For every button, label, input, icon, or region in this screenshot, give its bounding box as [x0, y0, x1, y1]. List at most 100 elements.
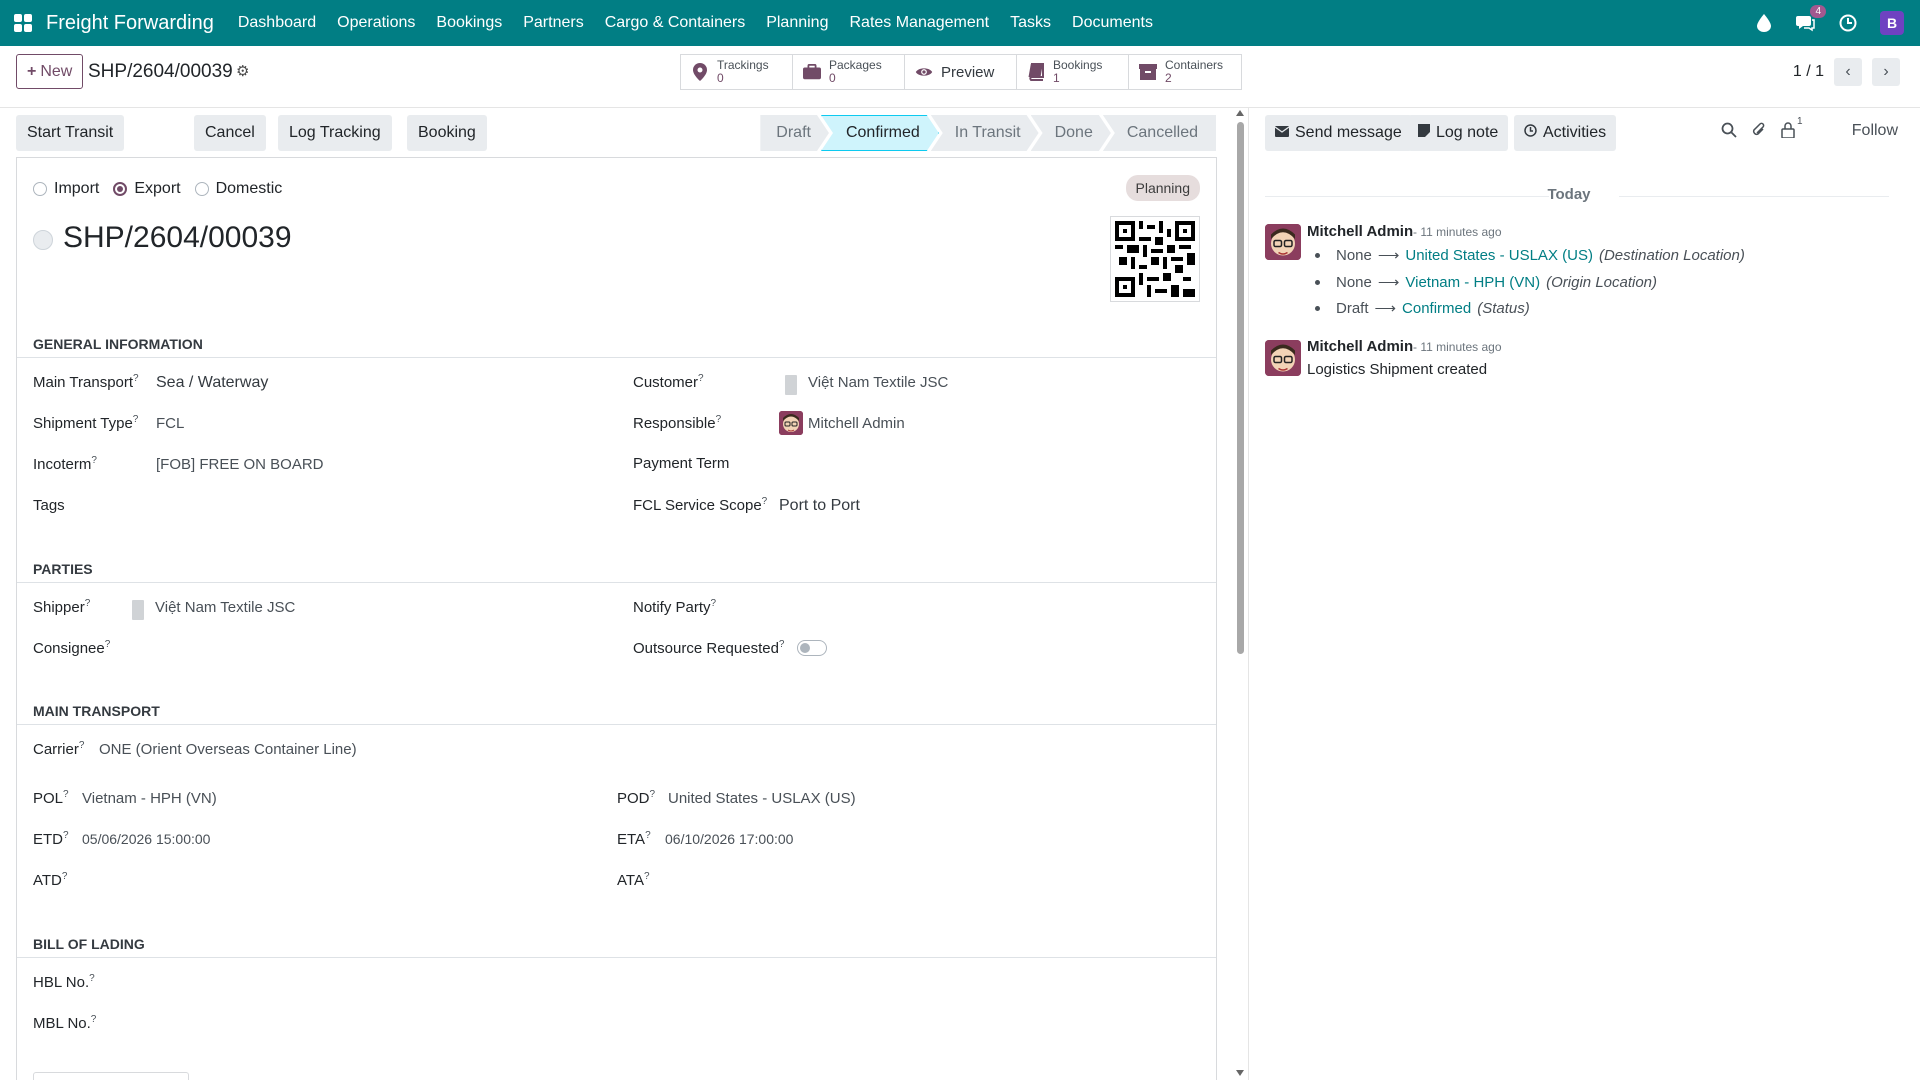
envelope-icon [1274, 124, 1290, 142]
book-icon [1027, 63, 1045, 81]
smart-button-containers[interactable]: Containers 2 [1129, 55, 1241, 89]
tracking-field-name: (Origin Location) [1546, 273, 1658, 291]
fcl-scope-field[interactable]: Port to Port [779, 497, 860, 515]
qr-code [1110, 216, 1200, 302]
log-note-button[interactable]: Log note [1408, 115, 1509, 151]
record-title: SHP/2604/00039 [63, 221, 292, 254]
menu-dashboard[interactable]: Dashboard [238, 14, 316, 32]
scrollbar-thumb[interactable] [1237, 122, 1244, 654]
messages-icon[interactable]: 4 [1796, 5, 1826, 33]
send-message-button[interactable]: Send message [1265, 115, 1412, 151]
outsource-toggle[interactable] [797, 640, 827, 656]
shipper-field[interactable]: Việt Nam Textile JSC [155, 599, 295, 616]
menu-cargo-containers[interactable]: Cargo & Containers [605, 14, 746, 32]
fcl-scope-label: FCL Service Scope? [633, 496, 768, 514]
app-brand[interactable]: Freight Forwarding [46, 12, 214, 35]
priority-circle-icon[interactable] [33, 230, 53, 250]
pol-field[interactable]: Vietnam - HPH (VN) [82, 790, 217, 807]
payment-term-field[interactable] [779, 455, 1199, 475]
preview-label: Preview [941, 63, 995, 81]
message-author[interactable]: Mitchell Admin [1307, 223, 1413, 240]
scroll-down-icon[interactable] [1236, 1070, 1244, 1076]
ata-label: ATA? [617, 871, 650, 889]
search-icon[interactable] [1721, 122, 1737, 143]
building-icon [132, 600, 144, 620]
etd-field[interactable]: 05/06/2026 15:00:00 [82, 831, 210, 847]
menu-planning[interactable]: Planning [766, 14, 828, 32]
responsible-field[interactable]: Mitchell Admin [808, 415, 905, 432]
mbl-label: MBL No.? [33, 1014, 97, 1032]
tags-field[interactable] [156, 497, 596, 517]
notify-party-label: Notify Party? [633, 598, 717, 616]
packages-label: Packages [829, 58, 882, 72]
pager-value[interactable]: 1 / 1 [1793, 63, 1824, 81]
eta-field[interactable]: 06/10/2026 17:00:00 [665, 831, 793, 847]
mbl-field[interactable] [137, 1014, 577, 1034]
outsource-label: Outsource Requested? [633, 639, 785, 657]
section-bill-of-lading: BILL OF LADING [33, 936, 145, 952]
radio-domestic-dot[interactable] [194, 182, 209, 196]
atd-field[interactable] [82, 871, 482, 891]
pager: 1 / 1 ‹ › [1793, 58, 1900, 86]
hbl-field[interactable] [137, 973, 577, 993]
start-transit-button[interactable]: Start Transit [16, 115, 125, 151]
log-tracking-button[interactable]: Log Tracking [278, 115, 392, 151]
message-avatar[interactable] [1265, 224, 1301, 260]
smart-button-bookings[interactable]: Bookings 1 [1017, 55, 1129, 89]
notify-party-field[interactable] [813, 598, 1193, 618]
stage-done[interactable]: Done [1031, 115, 1111, 151]
followers-lock-icon[interactable]: 1 [1781, 116, 1803, 143]
user-avatar[interactable]: B [1880, 11, 1904, 35]
new-button[interactable]: + New [16, 54, 84, 89]
pod-field[interactable]: United States - USLAX (US) [668, 790, 856, 807]
consignee-field[interactable] [155, 639, 595, 659]
follow-button[interactable]: Follow [1852, 122, 1898, 140]
cancel-button[interactable]: Cancel [194, 115, 266, 151]
activities-button[interactable]: Activities [1514, 115, 1617, 151]
smart-button-packages[interactable]: Packages 0 [793, 55, 905, 89]
clock-icon[interactable] [1838, 13, 1858, 33]
stage-cancelled[interactable]: Cancelled [1102, 115, 1216, 151]
radio-domestic[interactable]: Domestic [194, 180, 282, 198]
stage-draft[interactable]: Draft [760, 115, 829, 151]
radio-import-dot[interactable] [33, 182, 47, 196]
menu-partners[interactable]: Partners [523, 14, 583, 32]
activities-label: Activities [1543, 124, 1607, 141]
apps-grid-icon[interactable] [14, 14, 32, 32]
menu-tasks[interactable]: Tasks [1010, 14, 1051, 32]
menu-documents[interactable]: Documents [1072, 14, 1153, 32]
paperclip-icon[interactable] [1751, 122, 1767, 143]
menu-rates-management[interactable]: Rates Management [849, 14, 989, 32]
notebook-tab-active[interactable] [33, 1072, 189, 1080]
chevron-right-icon[interactable]: › [1872, 58, 1900, 86]
scroll-up-icon[interactable] [1236, 110, 1244, 116]
message-avatar[interactable] [1265, 340, 1301, 376]
trackings-label: Trackings [717, 58, 769, 72]
main-transport-field[interactable]: Sea / Waterway [156, 374, 268, 392]
menu-operations[interactable]: Operations [337, 14, 415, 32]
breadcrumb-record: SHP/2604/00039 [88, 61, 233, 82]
radio-import[interactable]: Import [33, 180, 99, 198]
stage-in-transit[interactable]: In Transit [931, 115, 1039, 151]
radio-export[interactable]: Export [113, 180, 181, 198]
menu-bookings[interactable]: Bookings [436, 14, 502, 32]
smart-button-trackings[interactable]: Trackings 0 [681, 55, 793, 89]
drop-icon[interactable] [1754, 13, 1774, 33]
gear-icon[interactable]: ⚙ [236, 62, 249, 80]
booking-button[interactable]: Booking [407, 115, 487, 151]
message-author[interactable]: Mitchell Admin [1307, 338, 1413, 355]
trackings-count: 0 [717, 71, 724, 85]
smart-button-preview[interactable]: Preview [905, 55, 1017, 89]
chevron-left-icon[interactable]: ‹ [1834, 58, 1862, 86]
shipment-type-field[interactable]: FCL [156, 415, 184, 432]
radio-export-dot[interactable] [113, 182, 128, 196]
message-time: - 11 minutes ago [1413, 340, 1502, 354]
tags-label: Tags [33, 497, 65, 514]
packages-count: 0 [829, 71, 836, 85]
ata-field[interactable] [665, 871, 1065, 891]
customer-field[interactable]: Việt Nam Textile JSC [808, 374, 948, 391]
form-scrollbar[interactable] [1233, 108, 1247, 1080]
incoterm-field[interactable]: [FOB] FREE ON BOARD [156, 456, 324, 473]
carrier-field[interactable]: ONE (Orient Overseas Container Line) [99, 741, 357, 758]
stage-confirmed[interactable]: Confirmed [821, 115, 939, 151]
